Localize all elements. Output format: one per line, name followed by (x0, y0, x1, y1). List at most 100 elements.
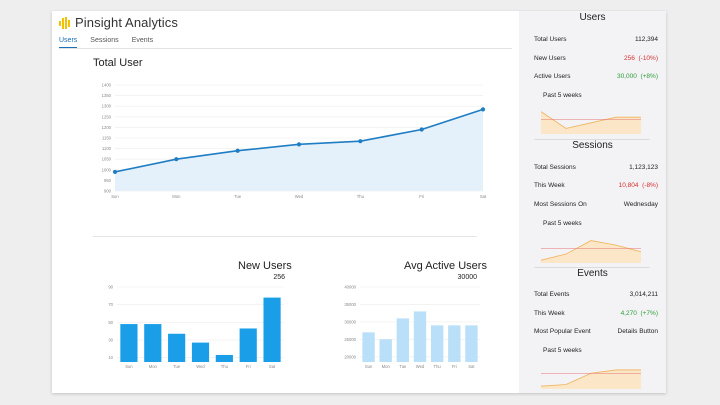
avg-active-users-value: 30000 (457, 274, 477, 281)
stat-label: This Week (534, 310, 565, 317)
bar (465, 325, 478, 362)
bar (448, 325, 461, 362)
users-heading: Users (579, 12, 606, 23)
stat-row: Most Sessions On Wednesday (534, 201, 658, 208)
stat-label: Total Events (534, 291, 570, 298)
bar (144, 324, 162, 362)
main-panel: Pinsight Analytics Users Sessions Events… (52, 11, 519, 393)
stat-row: Most Popular Event Details Button (534, 328, 658, 335)
sessions-heading: Sessions (572, 140, 613, 151)
stat-row: This Week 10,804 (-8%) (534, 182, 658, 189)
x-tick-label: Fri (452, 364, 457, 369)
stat-value: 256 (624, 55, 635, 62)
bar (120, 324, 138, 362)
stat-label: New Users (534, 55, 566, 62)
x-tick-label: Sun (125, 364, 133, 369)
stat-label: This Week (534, 182, 565, 189)
y-tick-label: 25000 (344, 337, 356, 342)
y-tick-label: 900 (104, 189, 112, 194)
x-tick-label: Tue (234, 194, 242, 199)
stat-value: 30,000 (616, 73, 637, 80)
avg-active-users-chart: 20000 25000 30000 35000 40000 Sun Mon Tue Wed Thu… (344, 285, 480, 369)
spark-label: Past 5 weeks (543, 92, 582, 99)
stat-label: Most Sessions On (534, 201, 587, 208)
stat-row: Active Users 30,000 (+8%) (534, 73, 658, 80)
x-tick-label: Mon (382, 364, 391, 369)
y-tick-label: 1150 (102, 136, 112, 141)
y-tick-label: 30000 (344, 319, 356, 324)
area-fill (115, 109, 483, 191)
bar (215, 354, 233, 362)
x-tick-label: Thu (221, 364, 229, 369)
spark-fill (541, 240, 641, 263)
data-point (174, 157, 179, 162)
stat-label: Most Popular Event (534, 328, 591, 335)
y-tick-label: 20000 (344, 354, 356, 359)
x-tick-label: Sat (480, 194, 487, 199)
stat-row: Total Sessions 1,123,123 (534, 164, 658, 171)
y-tick-label: 1300 (102, 104, 112, 109)
stat-value: 112,394 (634, 36, 658, 43)
x-tick-label: Wed (416, 364, 425, 369)
tabs-divider (59, 48, 512, 49)
new-users-title: New Users (238, 260, 292, 272)
x-tick-label: Sat (269, 364, 276, 369)
stat-value: 3,014,211 (629, 291, 658, 298)
bar (263, 297, 281, 362)
section-divider (93, 236, 477, 237)
x-tick-label: Sun (111, 194, 119, 199)
stat-value: Details Button (617, 328, 658, 335)
y-tick-label: 1250 (102, 114, 112, 119)
y-tick-label: 1350 (102, 93, 112, 98)
bar (168, 333, 186, 362)
y-tick-label: 10 (108, 355, 113, 360)
bar (239, 328, 257, 362)
x-tick-label: Thu (434, 364, 442, 369)
app-name: Pinsight Analytics (75, 15, 178, 30)
stat-change: (-8%) (642, 182, 658, 189)
stat-row: New Users 256 (-10%) (534, 55, 658, 62)
x-tick-label: Tue (399, 364, 407, 369)
stat-value: 4,270 (620, 310, 637, 317)
y-tick-label: 90 (108, 285, 113, 290)
bar (191, 342, 210, 362)
x-tick-label: Mon (172, 194, 181, 199)
spark-fill (541, 369, 641, 389)
events-heading: Events (577, 268, 608, 279)
users-sparkline (541, 111, 641, 134)
bar (379, 339, 392, 362)
stat-change: (+7%) (640, 310, 658, 317)
data-point (296, 142, 302, 147)
data-point (358, 139, 363, 144)
dashboard-card: Pinsight Analytics Users Sessions Events… (52, 11, 666, 393)
stat-row: This Week 4,270 (+7%) (534, 310, 658, 317)
stat-value: Wednesday (623, 201, 658, 208)
stat-label: Active Users (534, 73, 571, 80)
stat-value: 1,123,123 (629, 164, 658, 171)
bar (362, 332, 375, 362)
spark-label: Past 5 weeks (543, 220, 582, 227)
bar (413, 311, 427, 362)
x-tick-label: Thu (357, 194, 365, 199)
brand[interactable]: Pinsight Analytics (59, 15, 178, 30)
x-tick-label: Sun (365, 364, 373, 369)
logo-bars-icon (59, 16, 70, 29)
stat-label: Total Sessions (534, 164, 576, 171)
data-point (419, 127, 424, 132)
stat-label: Total Users (534, 36, 567, 43)
y-tick-label: 1200 (102, 125, 112, 130)
events-sparkline (541, 369, 641, 389)
y-tick-label: 1400 (102, 83, 112, 88)
y-tick-label: 1100 (102, 146, 112, 151)
stat-row: Total Users 112,394 (534, 36, 658, 43)
y-tick-label: 40000 (344, 285, 356, 290)
y-tick-label: 950 (104, 178, 112, 183)
y-tick-label: 35000 (344, 302, 356, 307)
stats-sidebar: Users Total Users 112,394 New Users 256 … (519, 11, 666, 393)
x-tick-label: Wed (196, 364, 205, 369)
x-tick-label: Fri (419, 194, 424, 199)
data-point (480, 107, 486, 112)
spark-label: Past 5 weeks (543, 347, 582, 354)
stat-value: 10,804 (618, 182, 639, 189)
bar (430, 325, 444, 362)
